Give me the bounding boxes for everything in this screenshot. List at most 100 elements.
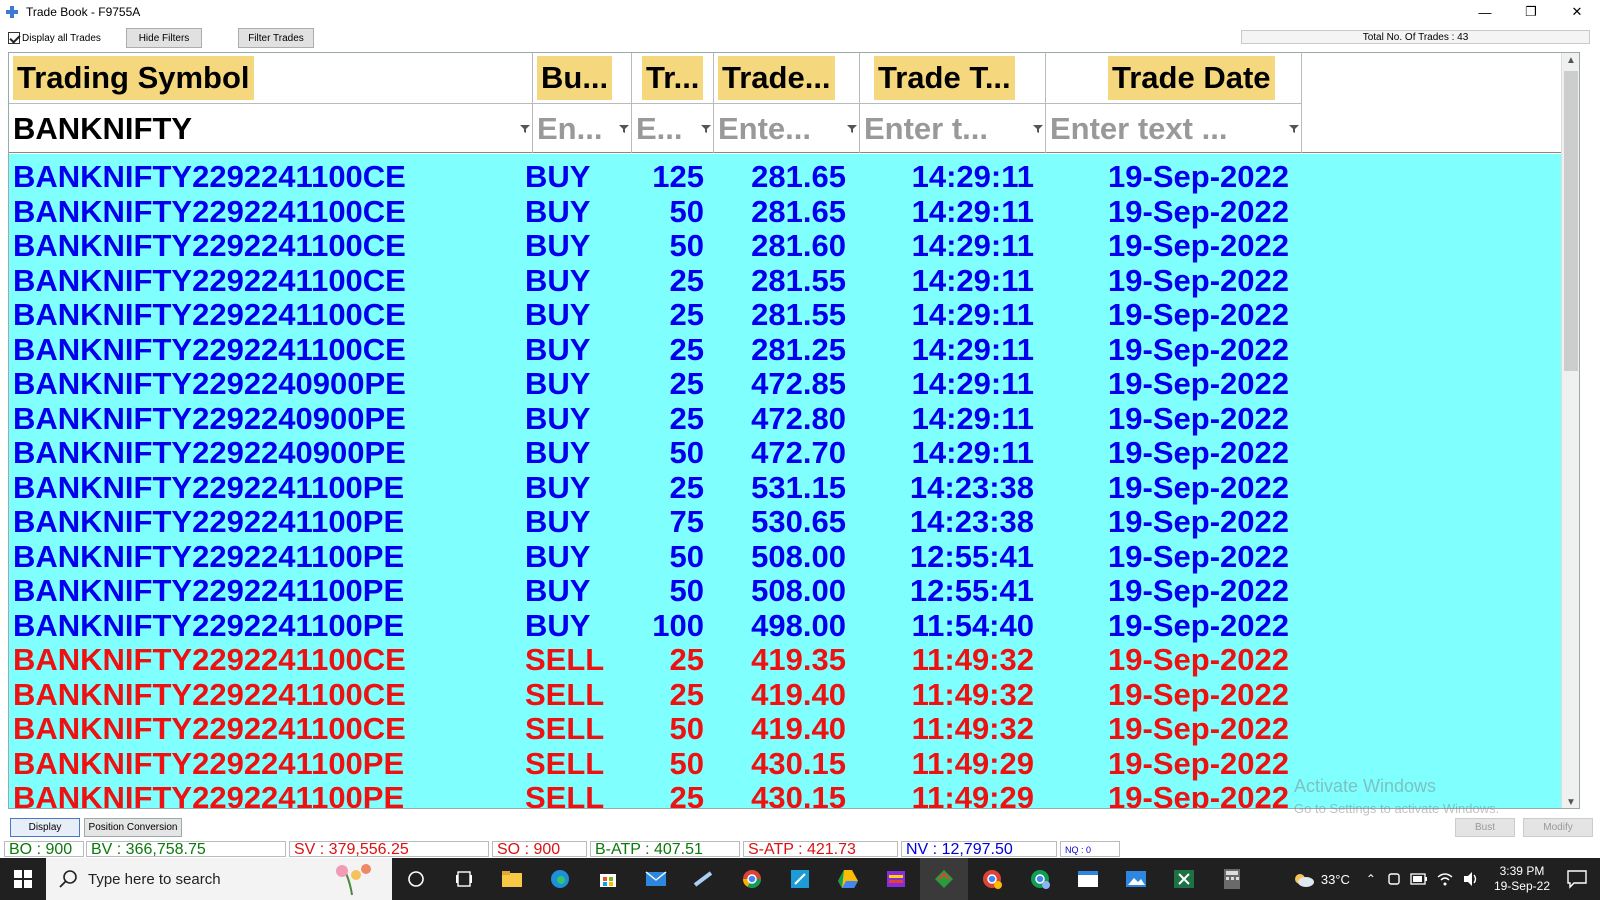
google-drive-icon[interactable] bbox=[824, 858, 872, 900]
scrollbar-thumb[interactable] bbox=[1564, 71, 1578, 371]
chevron-up-icon[interactable]: ⌃ bbox=[1366, 872, 1376, 886]
cell-time: 14:29:11 bbox=[911, 228, 1034, 263]
notification-icon[interactable] bbox=[1566, 869, 1588, 889]
cell-price: 472.70 bbox=[751, 435, 846, 470]
filter-symbol-input[interactable]: BANKNIFTY bbox=[9, 103, 533, 153]
table-row[interactable]: BANKNIFTY2292241100PE BUY 75 530.65 14:23:38… bbox=[9, 504, 1299, 539]
grid-body: BANKNIFTY2292241100CE BUY 125 281.65 14:29:1… bbox=[9, 154, 1579, 809]
winrar-icon[interactable] bbox=[872, 858, 920, 900]
scroll-up-icon[interactable]: ▲ bbox=[1566, 55, 1576, 66]
tab-display[interactable]: Display bbox=[10, 818, 80, 837]
col-header-symbol[interactable]: Trading Symbol bbox=[9, 53, 533, 103]
cell-time: 14:29:11 bbox=[911, 331, 1034, 367]
table-row[interactable]: BANKNIFTY2292241100PE BUY 50 508.00 12:55:41… bbox=[9, 539, 1299, 574]
wifi-icon[interactable] bbox=[1436, 871, 1454, 887]
filter-side-input[interactable]: En... bbox=[533, 103, 632, 153]
cell-price: 430.15 bbox=[751, 780, 846, 809]
cell-price: 498.00 bbox=[751, 607, 846, 643]
store-icon[interactable] bbox=[584, 858, 632, 900]
table-row[interactable]: BANKNIFTY2292241100CE BUY 25 281.55 14:29:11… bbox=[9, 263, 1299, 298]
excel-icon[interactable] bbox=[1160, 858, 1208, 900]
cell-price: 419.40 bbox=[751, 676, 846, 712]
system-clock[interactable]: 3:39 PM 19-Sep-22 bbox=[1494, 864, 1550, 894]
restore-button[interactable]: ❐ bbox=[1508, 0, 1554, 24]
filter-date-input[interactable]: Enter text ... bbox=[1046, 103, 1302, 153]
filter-funnel-icon[interactable] bbox=[619, 124, 629, 134]
cortana-icon[interactable] bbox=[392, 858, 440, 900]
task-view-icon[interactable] bbox=[440, 858, 488, 900]
display-all-trades-checkbox[interactable]: Display all Trades bbox=[8, 32, 101, 44]
photos-icon[interactable] bbox=[1112, 858, 1160, 900]
filter-trades-button[interactable]: Filter Trades bbox=[238, 28, 314, 48]
file-explorer-icon[interactable] bbox=[488, 858, 536, 900]
col-header-qty[interactable]: Tr... bbox=[632, 53, 714, 103]
col-header-price[interactable]: Trade... bbox=[714, 53, 860, 103]
table-row[interactable]: BANKNIFTY2292241100CE BUY 25 281.25 14:29:11… bbox=[9, 332, 1299, 367]
start-button[interactable] bbox=[0, 858, 46, 900]
taskbar-search[interactable]: Type here to search bbox=[46, 858, 392, 900]
table-row[interactable]: BANKNIFTY2292241100CE SELL 25 419.35 11:49:3… bbox=[9, 642, 1299, 677]
chrome-icon[interactable] bbox=[728, 858, 776, 900]
cell-qty: 50 bbox=[669, 711, 704, 746]
calculator-icon[interactable] bbox=[1208, 858, 1256, 900]
cell-side: BUY bbox=[525, 607, 591, 643]
table-row[interactable]: BANKNIFTY2292241100CE SELL 50 419.40 11:49:3… bbox=[9, 711, 1299, 746]
cell-side: BUY bbox=[525, 228, 591, 263]
table-row[interactable]: BANKNIFTY2292241100PE BUY 100 498.00 11:54:4… bbox=[9, 608, 1299, 643]
hide-filters-button[interactable]: Hide Filters bbox=[126, 28, 202, 48]
checkbox-checked-icon[interactable] bbox=[8, 32, 20, 44]
onedrive-icon[interactable] bbox=[1386, 871, 1402, 887]
table-row[interactable]: BANKNIFTY2292241100CE BUY 50 281.65 14:29:11… bbox=[9, 194, 1299, 229]
battery-icon[interactable] bbox=[1410, 873, 1428, 885]
table-row[interactable]: BANKNIFTY2292241100PE BUY 50 508.00 12:55:41… bbox=[9, 573, 1299, 608]
filter-price-input[interactable]: Ente... bbox=[714, 103, 860, 153]
cell-price: 281.65 bbox=[751, 193, 846, 229]
bust-button[interactable]: Bust bbox=[1455, 818, 1515, 837]
remote-app-icon[interactable] bbox=[776, 858, 824, 900]
filter-funnel-icon[interactable] bbox=[1289, 124, 1299, 134]
cell-qty: 25 bbox=[669, 400, 704, 436]
table-row[interactable]: BANKNIFTY2292241100CE SELL 25 419.40 11:49:3… bbox=[9, 677, 1299, 712]
cell-time: 12:55:41 bbox=[909, 538, 1034, 574]
close-button[interactable]: ✕ bbox=[1554, 0, 1600, 24]
filter-funnel-icon[interactable] bbox=[520, 124, 530, 134]
chrome-profile-icon[interactable] bbox=[968, 858, 1016, 900]
volume-icon[interactable] bbox=[1462, 871, 1480, 887]
table-row[interactable]: BANKNIFTY2292240900PE BUY 25 472.85 14:29:11… bbox=[9, 366, 1299, 401]
table-row[interactable]: BANKNIFTY2292241100PE SELL 50 430.15 11:49:2… bbox=[9, 746, 1299, 781]
app-window-icon[interactable] bbox=[1064, 858, 1112, 900]
cell-price: 530.65 bbox=[751, 504, 846, 539]
vertical-scrollbar[interactable]: ▲ ▼ bbox=[1561, 53, 1579, 808]
minimize-button[interactable]: — bbox=[1462, 0, 1508, 24]
table-row[interactable]: BANKNIFTY2292241100PE BUY 25 531.15 14:23:38… bbox=[9, 470, 1299, 505]
table-row[interactable]: BANKNIFTY2292241100CE BUY 50 281.60 14:29:11… bbox=[9, 228, 1299, 263]
edge-icon[interactable] bbox=[536, 858, 584, 900]
mail-icon[interactable] bbox=[632, 858, 680, 900]
pen-tablet-icon[interactable] bbox=[680, 858, 728, 900]
col-header-time[interactable]: Trade T... bbox=[860, 53, 1046, 103]
filter-time-input[interactable]: Enter t... bbox=[860, 103, 1046, 153]
table-row[interactable]: BANKNIFTY2292241100PE SELL 25 430.15 11:49:2… bbox=[9, 780, 1299, 809]
chrome-profile-2-icon[interactable] bbox=[1016, 858, 1064, 900]
col-header-side[interactable]: Bu... bbox=[533, 53, 632, 103]
cell-side: SELL bbox=[525, 676, 605, 712]
weather-icon[interactable] bbox=[1291, 870, 1315, 888]
filter-funnel-icon[interactable] bbox=[1033, 124, 1043, 134]
cell-time: 14:29:11 bbox=[911, 435, 1034, 470]
table-row[interactable]: BANKNIFTY2292241100CE BUY 125 281.65 14:29:1… bbox=[9, 159, 1299, 194]
windows-logo-icon[interactable] bbox=[14, 870, 32, 888]
filter-funnel-icon[interactable] bbox=[701, 124, 711, 134]
modify-button[interactable]: Modify bbox=[1523, 818, 1593, 837]
table-row[interactable]: BANKNIFTY2292241100CE BUY 25 281.55 14:29:11… bbox=[9, 297, 1299, 332]
trading-terminal-icon[interactable] bbox=[920, 858, 968, 900]
tab-position-conversion[interactable]: Position Conversion bbox=[84, 818, 182, 837]
col-header-date[interactable]: Trade Date bbox=[1046, 53, 1302, 103]
scroll-down-icon[interactable]: ▼ bbox=[1566, 797, 1576, 808]
table-row[interactable]: BANKNIFTY2292240900PE BUY 50 472.70 14:29:11… bbox=[9, 435, 1299, 470]
cell-qty: 50 bbox=[669, 228, 704, 263]
cell-side: SELL bbox=[525, 711, 605, 746]
cell-side: BUY bbox=[525, 262, 591, 298]
table-row[interactable]: BANKNIFTY2292240900PE BUY 25 472.80 14:29:11… bbox=[9, 401, 1299, 436]
filter-funnel-icon[interactable] bbox=[847, 124, 857, 134]
filter-qty-input[interactable]: E... bbox=[632, 103, 714, 153]
